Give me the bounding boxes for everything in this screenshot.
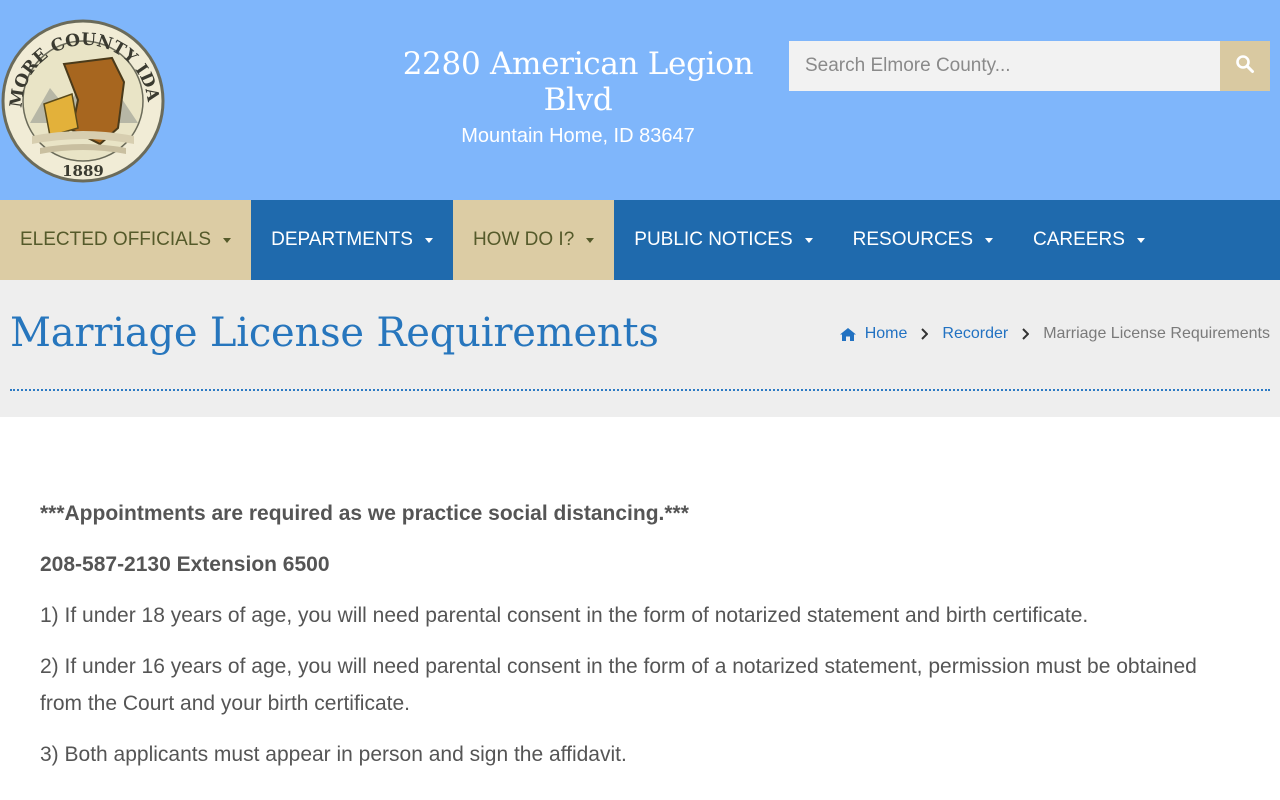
chevron-right-icon bbox=[1022, 328, 1030, 340]
nav-how-do-i[interactable]: HOW DO I? bbox=[452, 200, 615, 280]
main-content: ***Appointments are required as we pract… bbox=[40, 495, 1240, 787]
nav-careers[interactable]: CAREERS bbox=[1013, 200, 1165, 280]
nav-departments[interactable]: DEPARTMENTS bbox=[251, 200, 453, 280]
county-address: 2280 American Legion Blvd Mountain Home,… bbox=[398, 46, 758, 148]
nav-public-notices[interactable]: PUBLIC NOTICES bbox=[614, 200, 832, 280]
nav-label: RESOURCES bbox=[852, 229, 974, 250]
nav-label: HOW DO I? bbox=[472, 229, 575, 250]
requirement-item: 3) Both applicants must appear in person… bbox=[40, 743, 627, 766]
nav-elected-officials[interactable]: ELECTED OFFICIALS bbox=[0, 200, 252, 280]
search-icon bbox=[1235, 54, 1255, 79]
appointment-notice: ***Appointments are required as we pract… bbox=[40, 502, 689, 525]
address-city: Mountain Home, ID 83647 bbox=[461, 125, 695, 147]
caret-down-icon bbox=[1136, 237, 1145, 243]
requirement-item: 1) If under 18 years of age, you will ne… bbox=[40, 604, 1089, 627]
search-button[interactable] bbox=[1220, 41, 1270, 91]
seal-year-text: 1889 bbox=[62, 162, 104, 180]
county-seal-logo[interactable]: ELMORE COUNTY IDAHO 1889 bbox=[0, 3, 166, 184]
nav-label: ELECTED OFFICIALS bbox=[20, 229, 212, 250]
caret-down-icon bbox=[223, 237, 232, 243]
caret-down-icon bbox=[424, 237, 433, 243]
requirement-item: 2) If under 16 years of age, you will ne… bbox=[40, 655, 1197, 715]
breadcrumb-home-link[interactable]: Home bbox=[865, 325, 908, 343]
address-street: 2280 American Legion Blvd bbox=[402, 46, 754, 118]
page-title-band: Marriage License Requirements Home Recor… bbox=[0, 280, 1280, 417]
breadcrumb-recorder-link[interactable]: Recorder bbox=[942, 325, 1008, 343]
home-icon[interactable] bbox=[839, 327, 857, 342]
caret-down-icon bbox=[804, 237, 813, 243]
phone-number: 208-587-2130 Extension 6500 bbox=[40, 553, 330, 576]
page-title: Marriage License Requirements bbox=[10, 310, 659, 356]
nav-label: CAREERS bbox=[1033, 229, 1125, 250]
site-header: ELMORE COUNTY IDAHO 1889 2280 American L… bbox=[0, 0, 1280, 200]
nav-label: DEPARTMENTS bbox=[271, 229, 413, 250]
breadcrumb: Home Recorder Marriage License Requireme… bbox=[839, 325, 1270, 343]
nav-resources[interactable]: RESOURCES bbox=[833, 200, 1013, 280]
main-navigation: ELECTED OFFICIALS DEPARTMENTS HOW DO I? … bbox=[0, 200, 1280, 280]
chevron-right-icon bbox=[921, 328, 929, 340]
title-divider bbox=[10, 389, 1270, 391]
nav-label: PUBLIC NOTICES bbox=[634, 229, 793, 250]
caret-down-icon bbox=[586, 237, 595, 243]
breadcrumb-current: Marriage License Requirements bbox=[1043, 325, 1270, 342]
search-input[interactable] bbox=[789, 41, 1220, 91]
caret-down-icon bbox=[985, 237, 994, 243]
